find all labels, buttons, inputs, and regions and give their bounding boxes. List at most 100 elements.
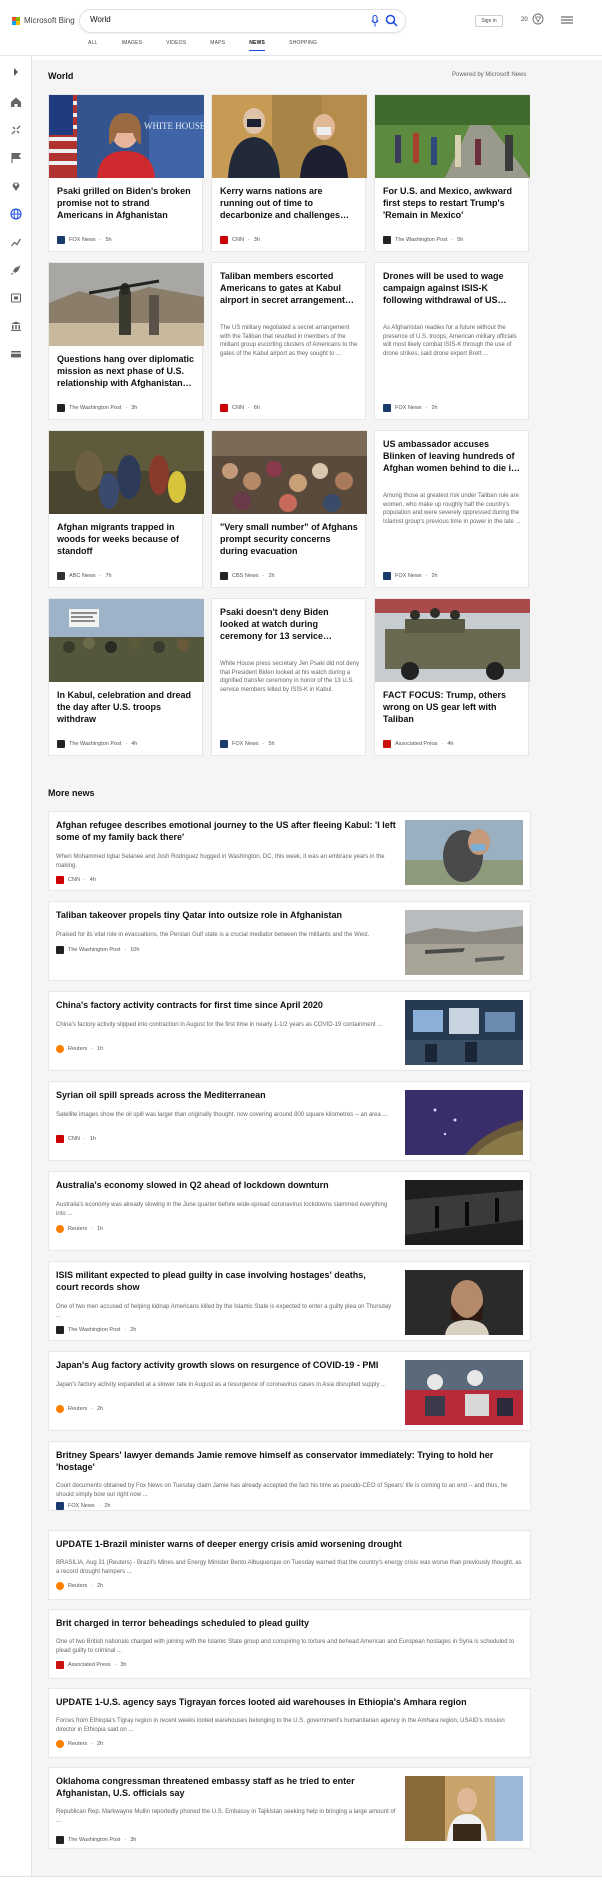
- news-card[interactable]: Afghan migrants trapped in woods for wee…: [48, 430, 204, 588]
- tab-news[interactable]: NEWS: [249, 40, 265, 51]
- list-item-title[interactable]: Britney Spears' lawyer demands Jamie rem…: [56, 1450, 521, 1473]
- news-card-title[interactable]: Afghan migrants trapped in woods for wee…: [57, 522, 195, 558]
- tab-all[interactable]: ALL: [88, 40, 98, 46]
- cbs-news-logo-icon: [220, 572, 228, 580]
- news-card[interactable]: Questions hang over diplomatic mission a…: [48, 262, 204, 420]
- news-card[interactable]: For U.S. and Mexico, awkward first steps…: [374, 94, 530, 252]
- discover-icon[interactable]: [10, 124, 22, 136]
- news-source: The Washington Post · 2h: [56, 1326, 136, 1334]
- source-name: FOX News: [395, 573, 422, 579]
- list-item-title[interactable]: UPDATE 1-Brazil minister warns of deeper…: [56, 1539, 521, 1551]
- list-item[interactable]: Afghan refugee describes emotional journ…: [48, 811, 531, 891]
- list-item-title[interactable]: Oklahoma congressman threatened embassy …: [56, 1776, 386, 1799]
- globe-icon[interactable]: [10, 208, 22, 220]
- reuters-logo-icon: [56, 1045, 64, 1053]
- news-card-title[interactable]: Taliban members escorted Americans to ga…: [220, 271, 358, 307]
- list-item-title[interactable]: UPDATE 1-U.S. agency says Tigrayan force…: [56, 1697, 521, 1709]
- news-card[interactable]: Psaki doesn't deny Biden looked at watch…: [211, 598, 366, 756]
- news-thumbnail: [405, 1360, 523, 1425]
- news-card[interactable]: FACT FOCUS: Trump, others wrong on US ge…: [374, 598, 530, 756]
- list-item[interactable]: Syrian oil spill spreads across the Medi…: [48, 1081, 531, 1161]
- list-item-title[interactable]: ISIS militant expected to plead guilty i…: [56, 1270, 386, 1293]
- entertainment-icon[interactable]: [10, 292, 22, 304]
- news-card[interactable]: Drones will be used to wage campaign aga…: [374, 262, 529, 420]
- list-item[interactable]: Japan's Aug factory activity growth slow…: [48, 1351, 531, 1431]
- news-card-title[interactable]: For U.S. and Mexico, awkward first steps…: [383, 186, 521, 222]
- source-age: 3h: [253, 237, 260, 243]
- source-age: 5h: [105, 237, 112, 243]
- list-item-title[interactable]: Japan's Aug factory activity growth slow…: [56, 1360, 396, 1372]
- business-icon[interactable]: [10, 236, 22, 248]
- sign-in-button[interactable]: Sign in: [475, 15, 503, 27]
- news-card[interactable]: Kerry warns nations are running out of t…: [211, 94, 367, 252]
- bing-logo[interactable]: Microsoft Bing: [12, 16, 75, 25]
- fox-news-logo-icon: [383, 572, 391, 580]
- money-card-icon[interactable]: [10, 348, 22, 360]
- search-box[interactable]: [80, 10, 405, 32]
- news-image: [375, 95, 530, 178]
- news-source: FOX News · 2h: [383, 572, 438, 580]
- search-icon[interactable]: [385, 14, 398, 27]
- news-card-title[interactable]: "Very small number" of Afghans prompt se…: [220, 522, 358, 558]
- source-name: The Washington Post: [68, 1327, 121, 1333]
- news-source: FOX News · 5h: [220, 740, 275, 748]
- news-card-title[interactable]: Kerry warns nations are running out of t…: [220, 186, 358, 222]
- location-pin-icon[interactable]: [10, 180, 22, 192]
- list-item[interactable]: Britney Spears' lawyer demands Jamie rem…: [48, 1441, 531, 1511]
- news-card-title[interactable]: Psaki grilled on Biden's broken promise …: [57, 186, 195, 222]
- news-card[interactable]: Taliban members escorted Americans to ga…: [211, 262, 366, 420]
- home-icon[interactable]: [10, 96, 22, 108]
- news-source: ABC News · 7h: [57, 572, 112, 580]
- news-card-title[interactable]: FACT FOCUS: Trump, others wrong on US ge…: [383, 690, 521, 726]
- news-card-title[interactable]: US ambassador accuses Blinken of leaving…: [383, 439, 521, 475]
- list-item-title[interactable]: Australia's economy slowed in Q2 ahead o…: [56, 1180, 396, 1192]
- tab-videos[interactable]: VIDEOS: [166, 40, 186, 46]
- associated-press-logo-icon: [56, 1661, 64, 1669]
- news-thumbnail: [405, 1776, 523, 1841]
- list-item[interactable]: China's factory activity contracts for f…: [48, 991, 531, 1071]
- list-item[interactable]: UPDATE 1-U.S. agency says Tigrayan force…: [48, 1688, 531, 1758]
- cnn-logo-icon: [220, 236, 228, 244]
- rewards-icon[interactable]: [532, 13, 544, 25]
- list-item[interactable]: UPDATE 1-Brazil minister warns of deeper…: [48, 1530, 531, 1600]
- list-item[interactable]: ISIS militant expected to plead guilty i…: [48, 1261, 531, 1341]
- list-item-title[interactable]: Syrian oil spill spreads across the Medi…: [56, 1090, 396, 1102]
- list-item-snippet: Republican Rep. Markwayne Mullin reporte…: [56, 1809, 396, 1824]
- abc-news-logo-icon: [57, 572, 65, 580]
- news-card[interactable]: US ambassador accuses Blinken of leaving…: [374, 430, 529, 588]
- news-card-title[interactable]: Drones will be used to wage campaign aga…: [383, 271, 521, 307]
- list-item[interactable]: Australia's economy slowed in Q2 ahead o…: [48, 1171, 531, 1251]
- source-age: 2h: [97, 1741, 104, 1747]
- science-rocket-icon[interactable]: [10, 264, 22, 276]
- expand-chevron-icon[interactable]: [10, 66, 22, 78]
- brand-name: Microsoft Bing: [24, 16, 75, 25]
- news-card[interactable]: "Very small number" of Afghans prompt se…: [211, 430, 367, 588]
- source-name: CBS News: [232, 573, 259, 579]
- fox-news-logo-icon: [220, 740, 228, 748]
- hamburger-menu-icon[interactable]: [561, 16, 573, 24]
- list-item[interactable]: Taliban takeover propels tiny Qatar into…: [48, 901, 531, 981]
- list-item-snippet: Forces from Ethiopia's Tigray region in …: [56, 1718, 505, 1733]
- list-item-title[interactable]: China's factory activity contracts for f…: [56, 1000, 396, 1012]
- microphone-icon[interactable]: [371, 15, 379, 27]
- news-card[interactable]: WHITE HOUSE Psaki grilled on Biden's bro…: [48, 94, 204, 252]
- news-source: Associated Press · 3h: [56, 1661, 126, 1669]
- tab-maps[interactable]: MAPS: [210, 40, 225, 46]
- politics-icon[interactable]: [10, 320, 22, 332]
- news-card-title[interactable]: In Kabul, celebration and dread the day …: [57, 690, 195, 726]
- news-card-title[interactable]: Questions hang over diplomatic mission a…: [57, 354, 195, 390]
- search-input[interactable]: [90, 15, 310, 24]
- news-source: Reuters · 1h: [56, 1225, 103, 1233]
- list-item-title[interactable]: Taliban takeover propels tiny Qatar into…: [56, 910, 396, 922]
- news-card[interactable]: In Kabul, celebration and dread the day …: [48, 598, 204, 756]
- news-thumbnail: [405, 1000, 523, 1065]
- list-item[interactable]: Brit charged in terror beheadings schedu…: [48, 1609, 531, 1679]
- flag-icon[interactable]: [10, 152, 22, 164]
- tab-images[interactable]: IMAGES: [122, 40, 143, 46]
- list-item-title[interactable]: Afghan refugee describes emotional journ…: [56, 820, 396, 843]
- news-card-snippet: Among those at greatest risk under Talib…: [383, 493, 521, 526]
- list-item-title[interactable]: Brit charged in terror beheadings schedu…: [56, 1618, 521, 1630]
- tab-shopping[interactable]: SHOPPING: [289, 40, 317, 46]
- list-item[interactable]: Oklahoma congressman threatened embassy …: [48, 1767, 531, 1849]
- news-card-title[interactable]: Psaki doesn't deny Biden looked at watch…: [220, 607, 358, 643]
